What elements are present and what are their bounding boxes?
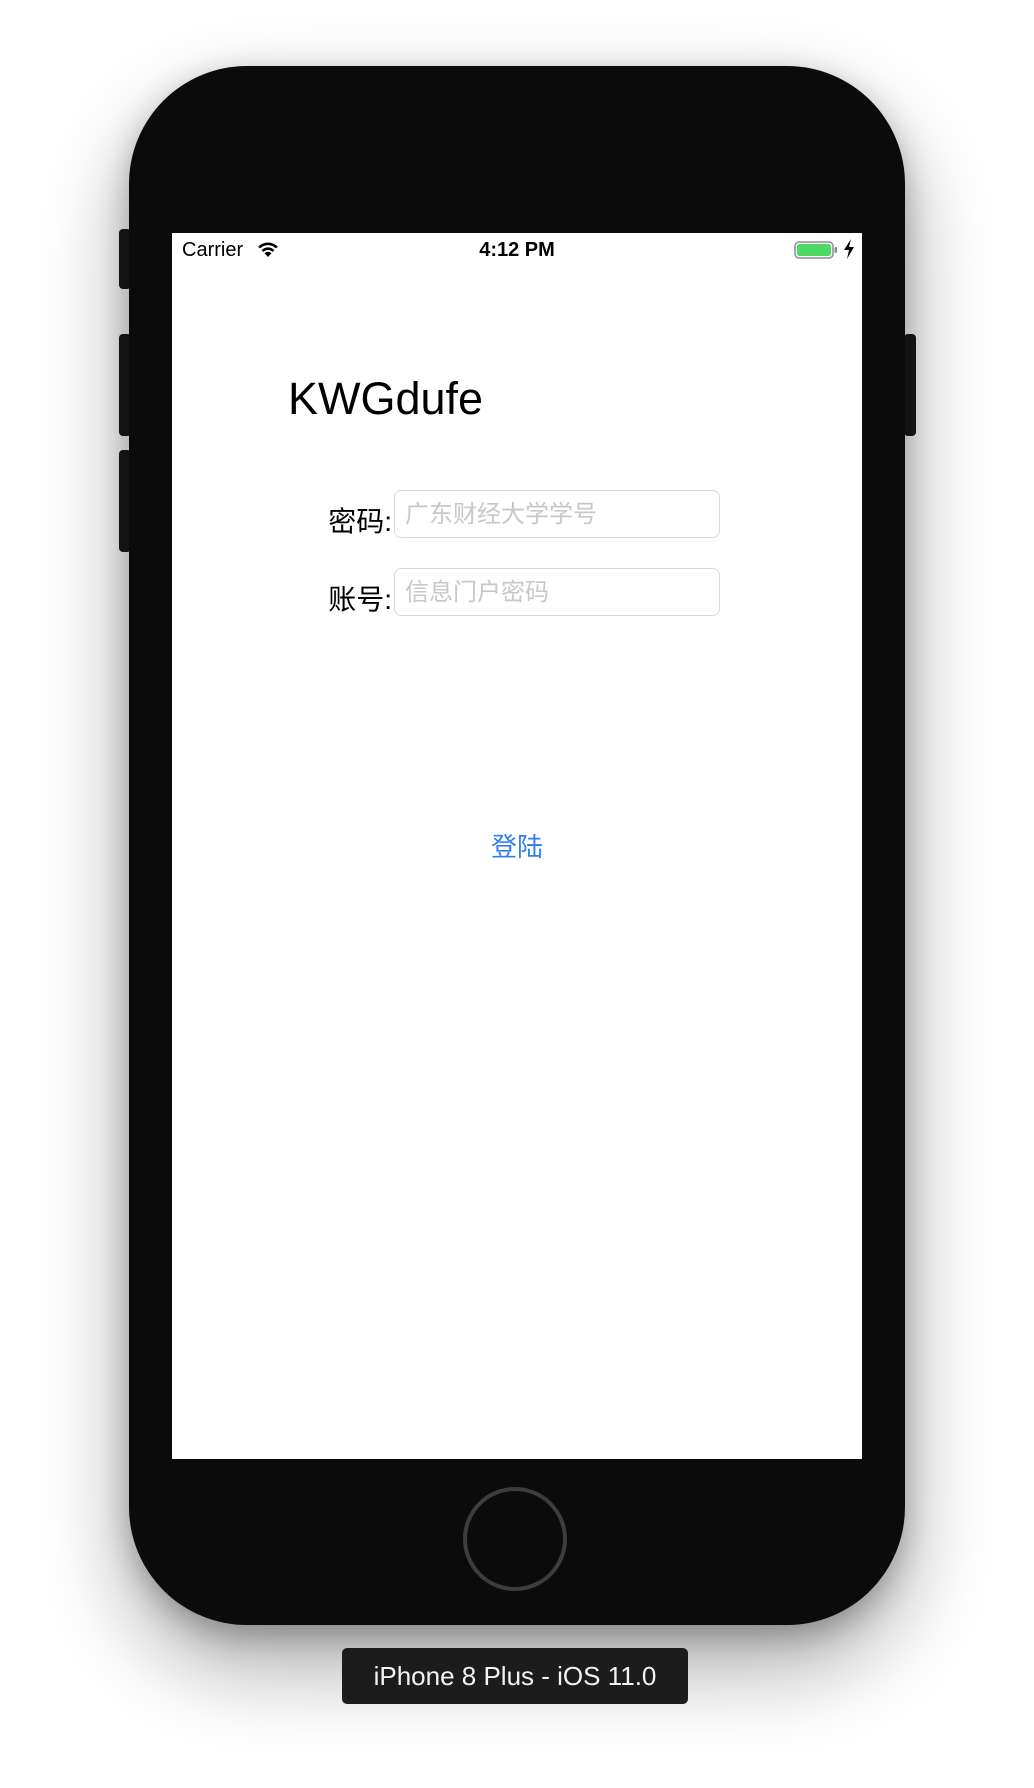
simulator-stage: Carrier 4:12 PM KWGdufe 密码: 账号: (0, 0, 1034, 1788)
student-id-input[interactable] (394, 490, 720, 538)
battery-icon (794, 241, 837, 259)
status-bar: Carrier 4:12 PM (172, 233, 862, 269)
field1-label: 密码: (328, 506, 392, 537)
power-button[interactable] (904, 334, 916, 436)
app-title: KWGdufe (288, 373, 484, 424)
student-id-row: 密码: (172, 490, 862, 540)
device-name-label: iPhone 8 Plus - iOS 11.0 (342, 1648, 688, 1704)
password-row: 账号: (172, 568, 862, 618)
charging-bolt-icon (844, 239, 854, 259)
password-input[interactable] (394, 568, 720, 616)
home-button[interactable] (463, 1487, 567, 1591)
phone-screen: Carrier 4:12 PM KWGdufe 密码: 账号: (172, 233, 862, 1459)
field2-label: 账号: (328, 584, 392, 615)
status-time: 4:12 PM (479, 239, 555, 261)
login-button[interactable]: 登陆 (172, 827, 862, 864)
